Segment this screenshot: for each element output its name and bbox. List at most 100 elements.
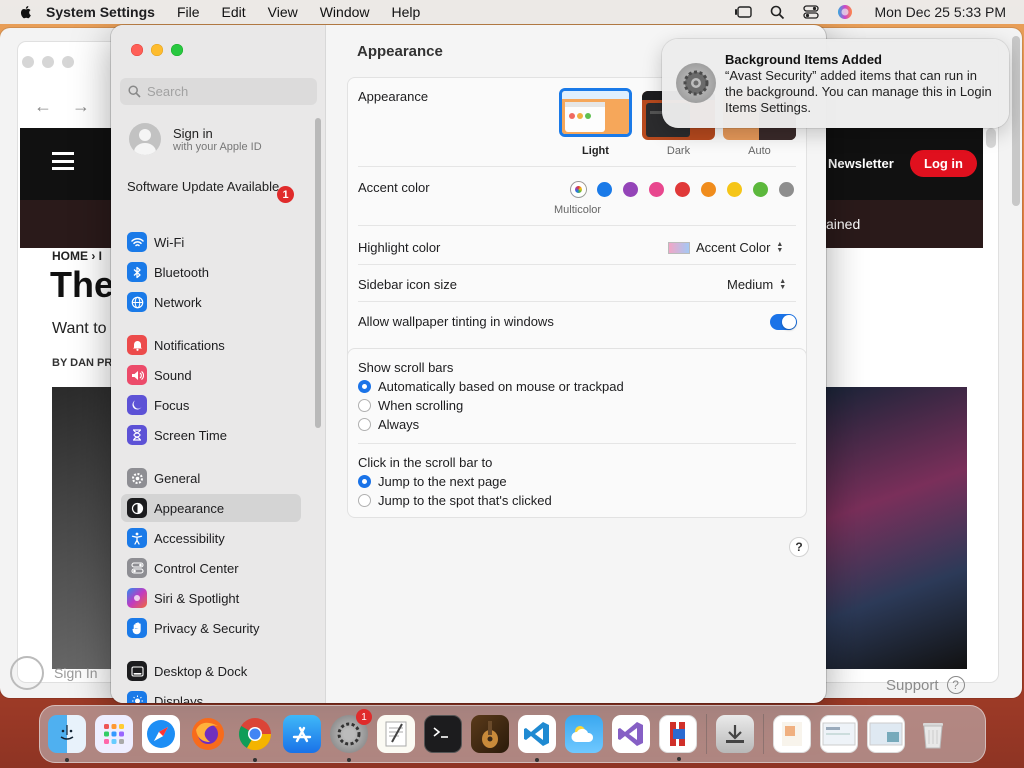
- newsletter-link[interactable]: Newsletter: [828, 156, 894, 171]
- dock-preview-icon[interactable]: [773, 715, 811, 753]
- stage-manager-icon[interactable]: [734, 4, 753, 20]
- scroll-when-scrolling-option[interactable]: When scrolling: [358, 398, 463, 413]
- sidebar-item-bluetooth[interactable]: Bluetooth: [121, 258, 301, 286]
- sidebar-icon-size-value: Medium: [727, 277, 774, 292]
- dock-screenshot-icon[interactable]: [820, 715, 858, 753]
- hamburger-menu-icon[interactable]: [52, 152, 74, 170]
- sidebar-item-wifi[interactable]: Wi-Fi: [121, 228, 301, 256]
- radio-selected[interactable]: [358, 475, 371, 488]
- sidebar-item-network[interactable]: Network: [121, 288, 301, 316]
- appearance-dark-label: Dark: [666, 145, 691, 157]
- apple-menu-icon[interactable]: [18, 4, 34, 20]
- highlight-color-popup[interactable]: Accent Color ▲ ▼: [668, 240, 783, 255]
- breadcrumb[interactable]: HOME › I: [52, 249, 102, 263]
- click-spot-option[interactable]: Jump to the spot that's clicked: [358, 493, 552, 508]
- dock-finder-icon[interactable]: [48, 715, 86, 762]
- sidebar-item-screen-time[interactable]: Screen Time: [121, 421, 301, 449]
- dock-weather-icon[interactable]: [565, 715, 603, 753]
- sidebar-item-control-center[interactable]: Control Center: [121, 554, 301, 582]
- login-button[interactable]: Log in: [910, 150, 977, 177]
- divider: [358, 166, 796, 167]
- accent-multicolor[interactable]: [571, 182, 586, 197]
- sidebar-item-label: Siri & Spotlight: [154, 590, 240, 606]
- sidebar-item-accessibility[interactable]: Accessibility: [121, 524, 301, 552]
- sidebar-icon-size-popup[interactable]: Medium ▲ ▼: [727, 277, 786, 292]
- dock-parallels-icon[interactable]: [659, 715, 697, 761]
- network-icon: [127, 292, 147, 312]
- dock-visual-studio-icon[interactable]: [612, 715, 650, 753]
- wallpaper-tinting-toggle[interactable]: [770, 314, 797, 330]
- menu-help[interactable]: Help: [392, 4, 421, 20]
- back-arrow-icon[interactable]: ←: [34, 96, 52, 117]
- apple-id-signin[interactable]: Sign in with your Apple ID: [129, 123, 262, 155]
- forward-arrow-icon[interactable]: →: [72, 96, 90, 117]
- dock-system-settings-icon[interactable]: 1: [330, 709, 372, 762]
- dock-instruments-icon[interactable]: [471, 715, 509, 753]
- accent-pink[interactable]: [649, 182, 664, 197]
- accent-purple[interactable]: [623, 182, 638, 197]
- radio-unselected[interactable]: [358, 418, 371, 431]
- minimize-button[interactable]: [151, 44, 163, 56]
- dock-trash-icon[interactable]: [914, 715, 952, 753]
- sidebar-item-focus[interactable]: Focus: [121, 391, 301, 419]
- sidebar-item-general[interactable]: General: [121, 464, 301, 492]
- dock-firefox-icon[interactable]: [189, 715, 227, 753]
- sidebar-item-appearance[interactable]: Appearance: [121, 494, 301, 522]
- dock-launchpad-icon[interactable]: [95, 715, 133, 753]
- dock-downloads-icon[interactable]: [716, 715, 754, 753]
- spotlight-search-icon[interactable]: [768, 4, 786, 20]
- accent-caption: Multicolor: [554, 204, 602, 216]
- support-link[interactable]: Support?: [886, 676, 965, 694]
- browser-signin[interactable]: Sign In: [10, 656, 98, 690]
- help-button[interactable]: ?: [789, 537, 809, 557]
- radio-unselected[interactable]: [358, 399, 371, 412]
- search-input[interactable]: [147, 84, 307, 99]
- appearance-light-option[interactable]: [559, 88, 632, 137]
- zoom-button[interactable]: [171, 44, 183, 56]
- control-center-menu-icon[interactable]: [802, 4, 820, 20]
- dock-safari-icon[interactable]: [142, 715, 180, 753]
- sidebar-item-sound[interactable]: Sound: [121, 361, 301, 389]
- sidebar-item-notifications[interactable]: Notifications: [121, 331, 301, 359]
- dock-textedit-icon[interactable]: [377, 715, 415, 753]
- close-button[interactable]: [131, 44, 143, 56]
- menu-app-name[interactable]: System Settings: [46, 4, 155, 20]
- dock-screen-icon[interactable]: [867, 715, 905, 753]
- dock-icon: [127, 661, 147, 681]
- accent-graphite[interactable]: [779, 182, 794, 197]
- siri-icon[interactable]: [836, 4, 854, 20]
- sidebar-item-displays[interactable]: Displays: [121, 687, 301, 703]
- browser-scrollbar[interactable]: [986, 128, 996, 148]
- sidebar-item-privacy-security[interactable]: Privacy & Security: [121, 614, 301, 642]
- accent-blue[interactable]: [597, 182, 612, 197]
- accent-yellow[interactable]: [727, 182, 742, 197]
- menu-clock[interactable]: Mon Dec 25 5:33 PM: [874, 4, 1006, 20]
- dock-terminal-icon[interactable]: [424, 715, 462, 753]
- radio-selected[interactable]: [358, 380, 371, 393]
- window-scrollbar[interactable]: [1012, 36, 1020, 206]
- software-update-item[interactable]: Software Update Available: [127, 179, 297, 195]
- accent-red[interactable]: [675, 182, 690, 197]
- sidebar-item-siri-spotlight[interactable]: Siri & Spotlight: [121, 584, 301, 612]
- menu-file[interactable]: File: [177, 4, 200, 20]
- scroll-auto-option[interactable]: Automatically based on mouse or trackpad: [358, 379, 624, 394]
- sidebar-search[interactable]: [120, 78, 317, 105]
- dock-chrome-icon[interactable]: [236, 715, 274, 762]
- scroll-always-option[interactable]: Always: [358, 417, 419, 432]
- accent-green[interactable]: [753, 182, 768, 197]
- dock-appstore-icon[interactable]: [283, 715, 321, 753]
- dock-vscode-icon[interactable]: [518, 715, 556, 762]
- divider: [358, 443, 796, 444]
- menu-edit[interactable]: Edit: [222, 4, 246, 20]
- click-next-page-option[interactable]: Jump to the next page: [358, 474, 507, 489]
- notification-banner[interactable]: Background Items Added “Avast Security” …: [662, 39, 1009, 128]
- article-title: The: [50, 264, 115, 305]
- menu-view[interactable]: View: [268, 4, 298, 20]
- subheader-link[interactable]: ained: [826, 216, 860, 232]
- accent-orange[interactable]: [701, 182, 716, 197]
- radio-unselected[interactable]: [358, 494, 371, 507]
- sidebar-scrollbar[interactable]: [315, 118, 321, 428]
- menu-window[interactable]: Window: [320, 4, 370, 20]
- byline: BY DAN PRI: [52, 357, 116, 369]
- sidebar-item-desktop-dock[interactable]: Desktop & Dock: [121, 657, 301, 685]
